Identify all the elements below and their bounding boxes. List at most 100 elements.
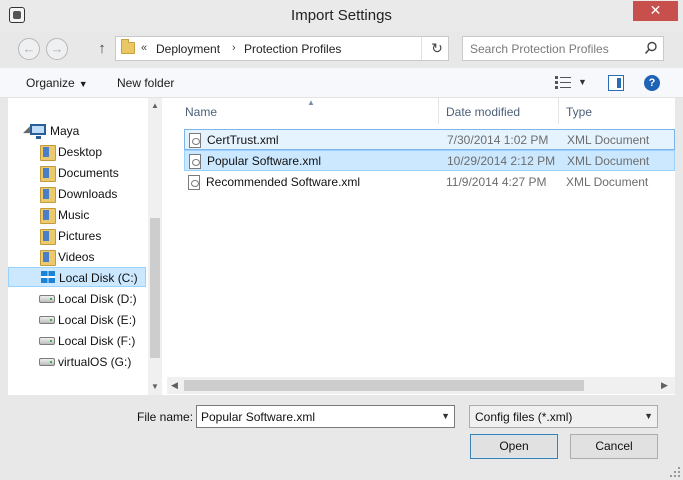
address-divider <box>421 37 422 60</box>
column-header-name[interactable]: Name <box>185 105 217 119</box>
column-separator[interactable] <box>558 98 559 124</box>
search-icon[interactable] <box>644 41 658 55</box>
drive-icon <box>39 337 55 345</box>
file-list: ▲ Name Date modified Type CertTrust.xml … <box>167 98 675 395</box>
file-date: 10/29/2014 2:12 PM <box>447 154 556 168</box>
column-separator[interactable] <box>438 98 439 124</box>
scroll-down-icon[interactable]: ▼ <box>148 382 162 391</box>
scrollbar-thumb[interactable] <box>150 218 160 358</box>
breadcrumb-deployment[interactable]: Deployment <box>156 42 220 56</box>
address-bar[interactable]: « Deployment › Protection Profiles ↻ <box>115 36 449 61</box>
view-dropdown-icon[interactable]: ▼ <box>578 77 587 87</box>
title-bar: Import Settings ✕ <box>0 0 683 31</box>
file-name-value: Popular Software.xml <box>201 410 316 424</box>
scrollbar-thumb[interactable] <box>184 380 584 391</box>
file-type-value: Config files (*.xml) <box>475 410 573 424</box>
tree-item-label: Local Disk (D:) <box>58 292 137 306</box>
file-type: XML Document <box>567 154 650 168</box>
file-type: XML Document <box>566 175 649 189</box>
command-toolbar: Organize ▼ New folder ▼ ? <box>0 68 683 98</box>
chevron-down-icon[interactable]: ▼ <box>441 411 450 421</box>
drive-icon <box>39 358 55 366</box>
close-button[interactable]: ✕ <box>633 1 678 21</box>
breadcrumb-overflow[interactable]: « <box>141 42 147 54</box>
drive-icon <box>39 316 55 324</box>
expand-icon[interactable]: ◢ <box>23 124 30 135</box>
documents-folder-icon <box>40 166 56 182</box>
file-row-popular-software[interactable]: Popular Software.xml 10/29/2014 2:12 PM … <box>184 150 675 171</box>
xml-file-icon <box>189 154 201 169</box>
desktop-folder-icon <box>40 145 56 161</box>
tree-item-label: Downloads <box>58 187 118 201</box>
file-name: CertTrust.xml <box>207 133 279 147</box>
tree-item-local-disk-c[interactable]: Local Disk (C:) <box>8 267 146 287</box>
windows-drive-icon <box>41 271 57 285</box>
tree-item-virtualos-g[interactable]: virtualOS (G:) <box>8 352 146 372</box>
scroll-up-icon[interactable]: ▲ <box>148 101 162 110</box>
music-folder-icon <box>40 208 56 224</box>
refresh-button[interactable]: ↻ <box>428 39 446 57</box>
file-date: 11/9/2014 4:27 PM <box>446 175 547 189</box>
horizontal-scrollbar[interactable]: ◀ ▶ <box>167 377 675 394</box>
folder-icon <box>121 39 135 54</box>
tree-item-downloads[interactable]: Downloads <box>8 184 146 204</box>
sort-ascending-icon: ▲ <box>307 98 315 107</box>
tree-item-label: Local Disk (E:) <box>58 313 137 327</box>
drive-icon <box>39 295 55 303</box>
file-date: 7/30/2014 1:02 PM <box>447 133 549 147</box>
scroll-right-icon[interactable]: ▶ <box>661 380 668 391</box>
preview-pane-icon[interactable] <box>608 75 624 91</box>
file-type: XML Document <box>567 133 650 147</box>
tree-item-label: Videos <box>58 250 95 264</box>
organize-label: Organize <box>26 76 75 90</box>
tree-item-maya[interactable]: ◢ Maya <box>8 121 146 141</box>
file-name: Recommended Software.xml <box>206 175 361 189</box>
help-icon[interactable]: ? <box>644 75 660 91</box>
tree-item-label: Desktop <box>58 145 103 159</box>
search-input[interactable]: Search Protection Profiles <box>462 36 664 61</box>
tree-item-label: Local Disk (C:) <box>59 271 138 285</box>
view-options-icon[interactable] <box>555 76 571 89</box>
forward-button[interactable]: → <box>46 38 68 60</box>
tree-item-label: virtualOS (G:) <box>58 355 132 369</box>
file-row-recommended-software[interactable]: Recommended Software.xml 11/9/2014 4:27 … <box>184 172 675 193</box>
open-button[interactable]: Open <box>470 434 558 459</box>
cancel-button[interactable]: Cancel <box>570 434 658 459</box>
tree-item-label: Music <box>58 208 90 222</box>
breadcrumb-protection-profiles[interactable]: Protection Profiles <box>244 42 341 56</box>
file-type-select[interactable]: Config files (*.xml) ▼ <box>469 405 658 428</box>
search-placeholder: Search Protection Profiles <box>470 42 609 56</box>
new-folder-button[interactable]: New folder <box>117 76 174 90</box>
computer-icon <box>30 124 46 139</box>
tree-item-local-disk-f[interactable]: Local Disk (F:) <box>8 331 146 351</box>
back-button[interactable]: ← <box>18 38 40 60</box>
xml-file-icon <box>188 175 200 190</box>
tree-item-label: Maya <box>50 124 80 138</box>
file-name: Popular Software.xml <box>207 154 322 168</box>
tree-item-local-disk-e[interactable]: Local Disk (E:) <box>8 310 146 330</box>
tree-item-videos[interactable]: Videos <box>8 247 146 267</box>
column-header-date-modified[interactable]: Date modified <box>446 105 520 119</box>
tree-item-pictures[interactable]: Pictures <box>8 226 146 246</box>
scroll-left-icon[interactable]: ◀ <box>171 380 178 391</box>
tree-item-music[interactable]: Music <box>8 205 146 225</box>
xml-file-icon <box>189 133 201 148</box>
tree-item-label: Pictures <box>58 229 102 243</box>
file-row-certtrust[interactable]: CertTrust.xml 7/30/2014 1:02 PM XML Docu… <box>184 129 675 150</box>
file-name-label: File name: <box>137 410 194 424</box>
tree-item-documents[interactable]: Documents <box>8 163 146 183</box>
column-header-type[interactable]: Type <box>566 105 592 119</box>
chevron-down-icon: ▼ <box>78 79 88 89</box>
file-name-input[interactable]: Popular Software.xml ▼ <box>196 405 455 428</box>
navigation-scrollbar[interactable]: ▲ ▼ <box>148 98 162 395</box>
pictures-folder-icon <box>40 229 56 245</box>
organize-button[interactable]: Organize ▼ <box>26 76 88 90</box>
videos-folder-icon <box>40 250 56 266</box>
tree-item-label: Local Disk (F:) <box>58 334 136 348</box>
tree-item-desktop[interactable]: Desktop <box>8 142 146 162</box>
up-button[interactable]: ↑ <box>95 38 109 60</box>
resize-grip-icon[interactable] <box>670 467 680 477</box>
tree-item-local-disk-d[interactable]: Local Disk (D:) <box>8 289 146 309</box>
breadcrumb-separator[interactable]: › <box>232 42 236 54</box>
chevron-down-icon: ▼ <box>644 411 653 421</box>
